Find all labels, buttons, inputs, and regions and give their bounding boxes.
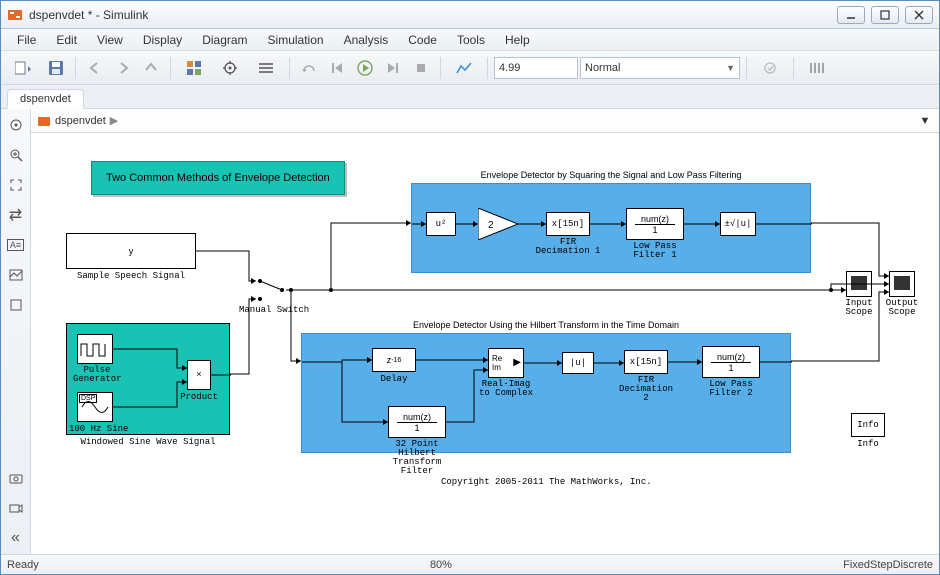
zoom-icon[interactable] — [6, 145, 26, 165]
back-button[interactable] — [82, 55, 108, 81]
hide-browser-icon[interactable] — [6, 115, 26, 135]
breadcrumb-model[interactable]: dspenvdet — [55, 115, 106, 127]
model-config-button[interactable] — [213, 55, 247, 81]
copyright-text: Copyright 2005-2011 The MathWorks, Inc. — [441, 477, 652, 487]
stop-time-input[interactable] — [494, 57, 578, 79]
screenshot-icon[interactable] — [6, 468, 26, 488]
toolbar: Normal▼ — [1, 51, 939, 85]
close-button[interactable] — [905, 6, 933, 24]
palette-sidebar: ⇄ A≡ « — [1, 109, 31, 554]
forward-button[interactable] — [110, 55, 136, 81]
step-forward-button[interactable] — [380, 55, 406, 81]
model-icon — [37, 114, 51, 128]
simulation-mode-select[interactable]: Normal▼ — [580, 57, 740, 79]
statusbar: Ready 80% FixedStepDiscrete — [1, 554, 939, 574]
save-button[interactable] — [43, 55, 69, 81]
menu-edit[interactable]: Edit — [46, 31, 87, 49]
library-browser-button[interactable] — [177, 55, 211, 81]
menu-diagram[interactable]: Diagram — [192, 31, 257, 49]
breadcrumb-dropdown[interactable]: ▼ — [917, 115, 933, 127]
model-canvas[interactable]: Two Common Methods of Envelope Detection… — [31, 133, 939, 554]
step-back-button[interactable] — [324, 55, 350, 81]
simulation-data-button[interactable] — [447, 55, 481, 81]
menu-tools[interactable]: Tools — [447, 31, 495, 49]
menu-help[interactable]: Help — [495, 31, 540, 49]
maximize-button[interactable] — [871, 6, 899, 24]
titlebar: dspenvdet * - Simulink — [1, 1, 939, 29]
status-solver[interactable]: FixedStepDiscrete — [843, 559, 933, 571]
update-diagram-button[interactable] — [296, 55, 322, 81]
window-title: dspenvdet * - Simulink — [29, 8, 837, 22]
status-ready: Ready — [7, 559, 39, 571]
simulink-icon — [7, 7, 23, 23]
viewmark-icon[interactable] — [6, 295, 26, 315]
menu-simulation[interactable]: Simulation — [258, 31, 334, 49]
new-model-button[interactable] — [7, 55, 41, 81]
chevron-right-icon: ▶ — [110, 114, 118, 127]
record-icon[interactable] — [6, 498, 26, 518]
highlight-icon[interactable]: « — [6, 528, 26, 548]
stop-button[interactable] — [408, 55, 434, 81]
menu-file[interactable]: File — [7, 31, 46, 49]
breadcrumb: dspenvdet ▶ ▼ — [31, 109, 939, 133]
simulation-mode-value: Normal — [585, 62, 620, 74]
menubar: File Edit View Display Diagram Simulatio… — [1, 29, 939, 51]
toggle-sample-time-icon[interactable]: ⇄ — [6, 205, 26, 225]
find-button[interactable] — [800, 55, 834, 81]
image-icon[interactable] — [6, 265, 26, 285]
menu-analysis[interactable]: Analysis — [334, 31, 399, 49]
build-button[interactable] — [753, 55, 787, 81]
minimize-button[interactable] — [837, 6, 865, 24]
fit-icon[interactable] — [6, 175, 26, 195]
model-explorer-button[interactable] — [249, 55, 283, 81]
menu-code[interactable]: Code — [398, 31, 447, 49]
run-button[interactable] — [352, 55, 378, 81]
status-zoom[interactable]: 80% — [39, 559, 843, 571]
annotation-icon[interactable]: A≡ — [6, 235, 26, 255]
menu-view[interactable]: View — [87, 31, 133, 49]
model-tabs: dspenvdet — [1, 85, 939, 109]
menu-display[interactable]: Display — [133, 31, 192, 49]
up-button[interactable] — [138, 55, 164, 81]
tab-dspenvdet[interactable]: dspenvdet — [7, 89, 84, 109]
